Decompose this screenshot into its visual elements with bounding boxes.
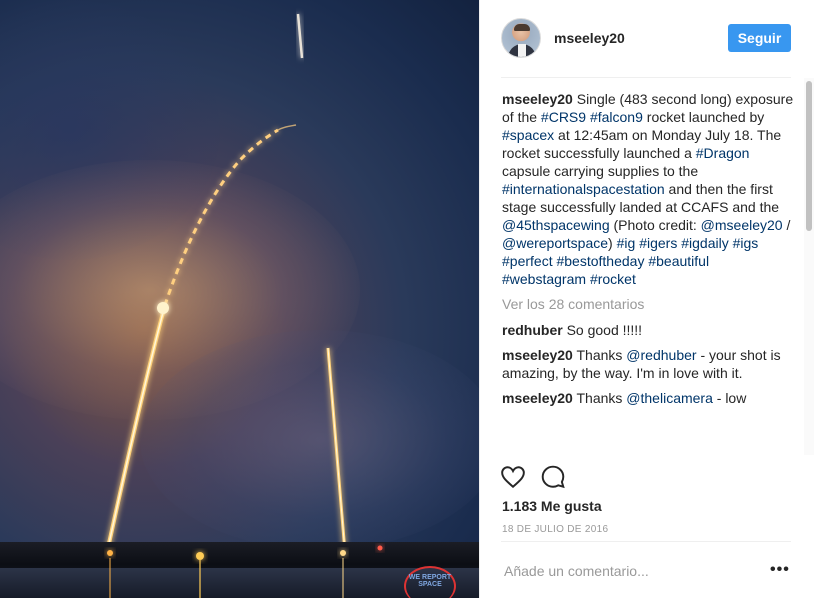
instagram-post-modal: WE REPORT SPACE mseeley20 Seguir mseeley… (0, 0, 814, 598)
hashtag-link[interactable]: #beautiful (648, 253, 709, 269)
hashtag-link[interactable]: #bestoftheday (556, 253, 644, 269)
hashtag-link[interactable]: @mseeley20 (701, 217, 783, 233)
hashtag-link[interactable]: @redhuber (626, 347, 696, 363)
comment-divider (501, 541, 791, 542)
header-divider (501, 77, 791, 78)
hashtag-link[interactable]: #igers (639, 235, 677, 251)
photo-watermark-logo: WE REPORT SPACE (404, 566, 456, 598)
caption-text: Thanks (576, 390, 627, 406)
ellipsis-icon[interactable]: ••• (770, 561, 790, 579)
hashtag-link[interactable]: @wereportspace (502, 235, 608, 251)
caption-text: So good !!!!! (566, 322, 643, 338)
caption-text: ) (608, 235, 617, 251)
comments-scrollbar[interactable] (804, 78, 814, 455)
hashtag-link[interactable]: #igdaily (681, 235, 728, 251)
hashtag-link[interactable]: #CRS9 (541, 109, 586, 125)
hashtag-link[interactable]: @45thspacewing (502, 217, 610, 233)
hashtag-link[interactable]: #ig (617, 235, 636, 251)
follow-button[interactable]: Seguir (728, 24, 791, 52)
hashtag-link[interactable]: #perfect (502, 253, 553, 269)
hashtag-link[interactable]: #igs (733, 235, 759, 251)
hashtag-link[interactable]: #falcon9 (590, 109, 643, 125)
view-more-comments-link[interactable]: Ver los 28 comentarios (502, 295, 794, 313)
post-header: mseeley20 Seguir (480, 0, 814, 78)
add-comment-input[interactable]: Añade un comentario... (504, 563, 649, 579)
hashtag-link[interactable]: #internationalspacestation (502, 181, 665, 197)
caption-text: rocket launched by (642, 109, 765, 125)
comment-item: mseeley20 Thanks @thelicamera - low (502, 389, 794, 407)
heart-icon[interactable] (500, 464, 526, 490)
comment-item: redhuber So good !!!!! (502, 321, 794, 339)
avatar[interactable] (501, 18, 541, 58)
hashtag-link[interactable]: #Dragon (696, 145, 750, 161)
hashtag-link[interactable]: @thelicamera (626, 390, 713, 406)
action-bar (500, 464, 566, 492)
comment-bubble-icon[interactable] (540, 464, 566, 490)
post-photo[interactable]: WE REPORT SPACE (0, 0, 479, 598)
comment-item: mseeley20 Thanks @redhuber - your shot i… (502, 346, 794, 382)
likes-count[interactable]: 1.183 Me gusta (502, 498, 602, 514)
post-caption: mseeley20 Single (483 second long) expos… (502, 90, 794, 288)
post-date[interactable]: 18 DE JULIO DE 2016 (502, 524, 608, 535)
comments-list[interactable]: mseeley20 Single (483 second long) expos… (502, 90, 794, 454)
caption-text: / (782, 217, 791, 233)
caption-text: (Photo credit: (609, 217, 701, 233)
caption-text: - low (712, 390, 747, 406)
hashtag-link[interactable]: #spacex (502, 127, 554, 143)
comment-thread: redhuber So good !!!!! mseeley20 Thanks @… (502, 321, 794, 407)
shore-lights-graphic (107, 545, 383, 598)
comment-username[interactable]: mseeley20 (502, 390, 573, 406)
hashtag-link[interactable]: #rocket (590, 271, 636, 287)
post-side-panel: mseeley20 Seguir mseeley20 Single (483 s… (479, 0, 814, 598)
caption-username[interactable]: mseeley20 (502, 91, 573, 107)
comment-username[interactable]: mseeley20 (502, 347, 573, 363)
comment-username[interactable]: redhuber (502, 322, 563, 338)
hashtag-link[interactable]: #webstagram (502, 271, 586, 287)
header-username[interactable]: mseeley20 (554, 30, 625, 46)
caption-text: Thanks (576, 347, 627, 363)
caption-text: capsule carrying supplies to the (502, 163, 699, 179)
scrollbar-thumb[interactable] (806, 81, 812, 231)
